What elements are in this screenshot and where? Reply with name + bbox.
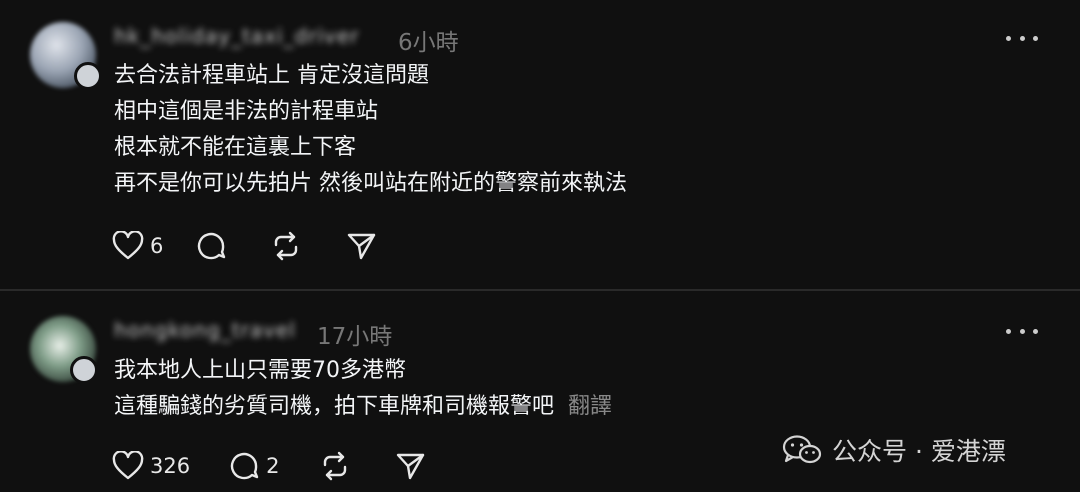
watermark-text: 公众号 · 爱港漂 xyxy=(832,437,1006,466)
heart-icon xyxy=(112,451,144,480)
more-options-icon[interactable] xyxy=(1006,321,1038,341)
post-body: 我本地人上山只需要70多港幣 這種騙錢的劣質司機，拍下車牌和司機報警吧 翻譯 xyxy=(114,353,612,425)
reply-post: hk_holiday_taxi_driver 6小時 去合法計程車站上 肯定沒這… xyxy=(0,0,1080,290)
username[interactable]: hongkong_travel xyxy=(114,318,296,342)
more-options-icon[interactable] xyxy=(1006,28,1038,48)
comment-icon xyxy=(230,452,259,480)
thread-feed: hk_holiday_taxi_driver 6小時 去合法計程車站上 肯定沒這… xyxy=(0,0,1080,492)
heart-icon xyxy=(112,231,144,260)
reply-button[interactable] xyxy=(195,230,227,262)
timestamp: 6小時 xyxy=(398,30,459,56)
wechat-icon xyxy=(782,435,822,464)
post-line: 我本地人上山只需要70多港幣 xyxy=(114,358,406,383)
post-line-text: 這種騙錢的劣質司機，拍下車牌和司機報警吧 xyxy=(114,394,555,419)
like-button[interactable]: 326 xyxy=(112,451,190,481)
action-bar: 326 2 xyxy=(112,449,426,483)
repost-icon xyxy=(324,451,347,481)
like-button[interactable]: 6 xyxy=(112,231,163,261)
post-line: 再不是你可以先拍片 然後叫站在附近的警察前來執法 xyxy=(114,171,627,196)
repost-button[interactable] xyxy=(319,450,351,482)
action-bar: 6 xyxy=(112,229,377,263)
reply-button[interactable]: 2 xyxy=(228,450,279,482)
share-button[interactable] xyxy=(394,450,426,482)
post-body: 去合法計程車站上 肯定沒這問題 相中這個是非法的計程車站 根本就不能在這裏上下客… xyxy=(114,58,627,202)
follow-badge-icon[interactable] xyxy=(70,356,98,384)
timestamp: 17小時 xyxy=(317,324,393,350)
repost-button[interactable] xyxy=(270,230,302,262)
comment-icon xyxy=(198,232,226,260)
username[interactable]: hk_holiday_taxi_driver xyxy=(114,24,359,48)
send-icon xyxy=(348,233,376,260)
follow-badge-icon[interactable] xyxy=(74,62,102,90)
wechat-watermark: 公众号 · 爱港漂 xyxy=(782,432,1006,468)
share-button[interactable] xyxy=(345,230,377,262)
like-count: 326 xyxy=(150,454,191,478)
send-icon xyxy=(397,453,425,480)
post-line: 去合法計程車站上 肯定沒這問題 xyxy=(114,63,429,88)
like-count: 6 xyxy=(150,234,164,258)
post-line: 相中這個是非法的計程車站 xyxy=(114,99,379,124)
post-line: 根本就不能在這裏上下客 xyxy=(114,135,357,160)
reply-count: 2 xyxy=(266,454,280,478)
repost-icon xyxy=(275,231,298,261)
post-line: 這種騙錢的劣質司機，拍下車牌和司機報警吧 翻譯 xyxy=(114,389,612,425)
translate-link[interactable]: 翻譯 xyxy=(568,394,612,419)
